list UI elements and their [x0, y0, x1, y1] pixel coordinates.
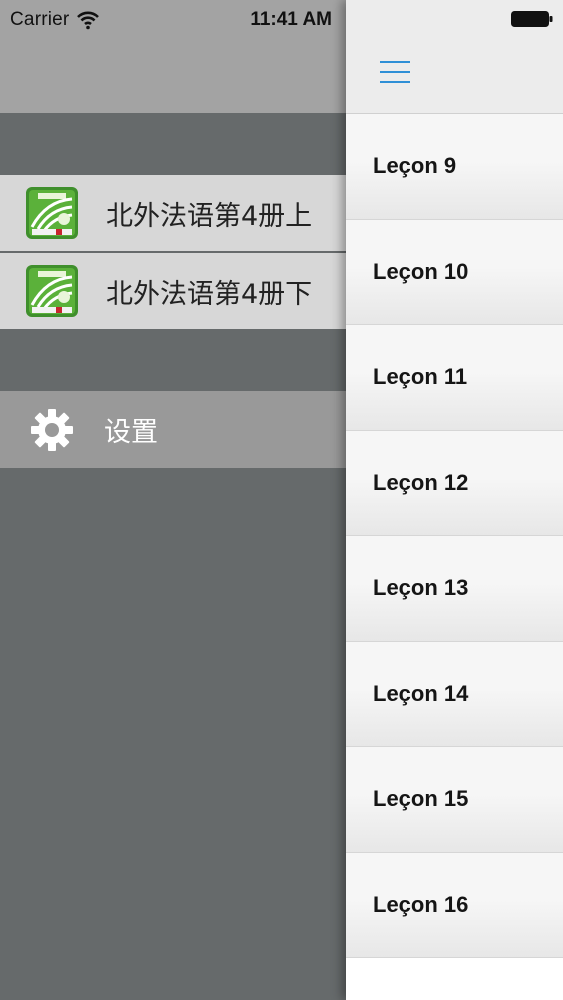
lesson-label: Leçon 12: [373, 469, 469, 495]
lesson-label: Leçon 9: [373, 153, 457, 179]
main-panel: Leçon 9 Leçon 10 Leçon 11 Leçon 12 Leçon…: [346, 0, 563, 1000]
book-cover-icon: [26, 187, 78, 239]
wifi-icon: [77, 11, 100, 30]
book-lower-label: 北外法语第4册下: [106, 278, 313, 310]
lesson-list: Leçon 9 Leçon 10 Leçon 11 Leçon 12 Leçon…: [346, 114, 563, 958]
lesson-label: Leçon 15: [373, 786, 469, 812]
lesson-label: Leçon 11: [373, 364, 468, 390]
list-item[interactable]: Leçon 14: [346, 641, 563, 747]
list-item[interactable]: Leçon 13: [346, 536, 563, 642]
list-item[interactable]: Leçon 12: [346, 430, 563, 536]
drawer-item-settings[interactable]: 设置: [0, 391, 346, 468]
list-item[interactable]: Leçon 9: [346, 114, 563, 220]
status-time: 11:41 AM: [250, 9, 332, 30]
gear-icon: [31, 408, 73, 451]
status-bar-left: Carrier: [10, 7, 100, 33]
nav-bar: [346, 0, 563, 114]
list-item[interactable]: Leçon 10: [346, 219, 563, 325]
lesson-label: Leçon 16: [373, 891, 469, 917]
list-item[interactable]: Leçon 15: [346, 747, 563, 853]
drawer-item-book-upper[interactable]: 北外法语第4册上: [0, 175, 346, 251]
book-cover-icon: [26, 265, 78, 317]
list-item[interactable]: Leçon 11: [346, 325, 563, 431]
book-upper-label: 北外法语第4册上: [106, 200, 313, 232]
lesson-label: Leçon 10: [373, 258, 469, 284]
battery-icon: [511, 11, 553, 27]
drawer-item-book-lower[interactable]: 北外法语第4册下: [0, 253, 346, 329]
hamburger-menu-icon[interactable]: [380, 58, 410, 86]
lesson-label: Leçon 14: [373, 680, 469, 706]
carrier-label: Carrier: [10, 9, 70, 30]
lesson-label: Leçon 13: [373, 575, 469, 601]
drawer-header: Carrier 11:41 AM: [0, 0, 346, 113]
settings-label: 设置: [104, 417, 158, 448]
side-drawer: Carrier 11:41 AM 北外法语第4册上 北外法语第4册下 设置: [0, 0, 346, 1000]
list-item[interactable]: Leçon 16: [346, 852, 563, 958]
